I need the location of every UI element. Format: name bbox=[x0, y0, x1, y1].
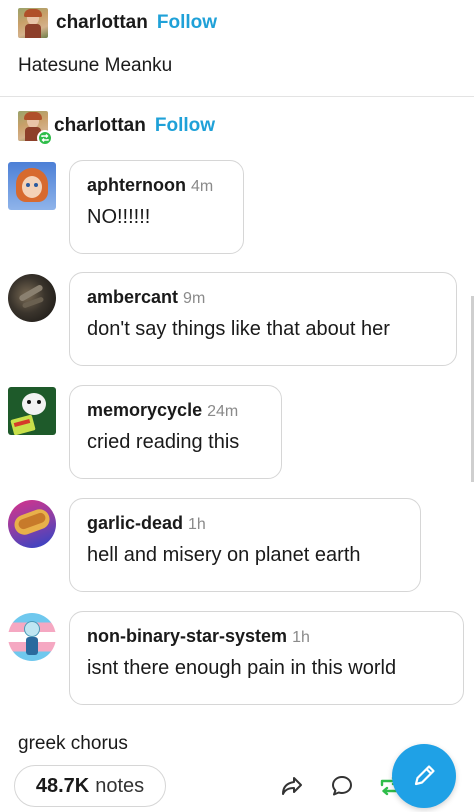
reblogger-username[interactable]: charlottan bbox=[54, 115, 146, 137]
notes-label: notes bbox=[95, 774, 145, 797]
commenter-name[interactable]: aphternoon bbox=[87, 175, 186, 195]
comment-bubble: memorycycle 24m cried reading this bbox=[69, 385, 282, 479]
commenter-name[interactable]: non-binary-star-system bbox=[87, 626, 287, 646]
comment-time: 9m bbox=[183, 290, 206, 307]
follow-button[interactable]: Follow bbox=[157, 12, 217, 34]
commenter-name[interactable]: garlic-dead bbox=[87, 513, 183, 533]
post-divider bbox=[0, 96, 474, 97]
commenter-avatar[interactable] bbox=[8, 162, 56, 210]
reblog-badge-icon bbox=[37, 130, 53, 146]
share-arrow-icon[interactable] bbox=[278, 772, 306, 800]
author-avatar[interactable] bbox=[18, 8, 48, 38]
comment-item: non-binary-star-system 1h isnt there enou… bbox=[8, 611, 464, 705]
post-body-text: Hatesune Meanku bbox=[18, 55, 173, 76]
commenter-avatar[interactable] bbox=[8, 274, 56, 322]
commenter-avatar[interactable] bbox=[8, 500, 56, 548]
notes-button[interactable]: 48.7K notes bbox=[14, 765, 166, 807]
post-header: charlottan Follow bbox=[18, 8, 217, 38]
reblog-header: charlottan Follow bbox=[18, 111, 215, 146]
comment-bubble: non-binary-star-system 1h isnt there enou… bbox=[69, 611, 464, 705]
comment-text: don't say things like that about her bbox=[87, 318, 390, 340]
comment-bubble: aphternoon 4m NO!!!!!! bbox=[69, 160, 244, 254]
comment-time: 1h bbox=[292, 629, 310, 646]
speech-bubble-icon[interactable] bbox=[328, 772, 356, 800]
post-tag[interactable]: greek chorus bbox=[18, 733, 128, 755]
comment-text: hell and misery on planet earth bbox=[87, 544, 361, 566]
notes-count: 48.7K bbox=[35, 774, 90, 797]
comment-item: garlic-dead 1h hell and misery on planet … bbox=[8, 498, 421, 592]
compose-button[interactable] bbox=[392, 744, 456, 808]
reblog-follow-button[interactable]: Follow bbox=[155, 115, 215, 137]
comment-text: NO!!!!!! bbox=[87, 206, 151, 228]
comment-time: 4m bbox=[191, 178, 214, 195]
comment-text: isnt there enough pain in this world bbox=[87, 657, 397, 679]
comment-bubble: garlic-dead 1h hell and misery on planet … bbox=[69, 498, 421, 592]
reblogger-avatar[interactable] bbox=[18, 111, 53, 146]
pencil-icon bbox=[409, 761, 439, 791]
comment-time: 24m bbox=[207, 403, 239, 420]
comment-bubble: ambercant 9m don't say things like that a… bbox=[69, 272, 457, 366]
author-username[interactable]: charlottan bbox=[56, 12, 148, 34]
comment-item: ambercant 9m don't say things like that a… bbox=[8, 272, 457, 366]
comment-item: aphternoon 4m NO!!!!!! bbox=[8, 160, 244, 254]
commenter-name[interactable]: ambercant bbox=[87, 287, 178, 307]
comment-text: cried reading this bbox=[87, 431, 240, 453]
commenter-name[interactable]: memorycycle bbox=[87, 400, 202, 420]
comment-item: memorycycle 24m cried reading this bbox=[8, 385, 282, 479]
commenter-avatar[interactable] bbox=[8, 387, 56, 435]
comment-time: 1h bbox=[188, 516, 206, 533]
commenter-avatar[interactable] bbox=[8, 613, 56, 661]
